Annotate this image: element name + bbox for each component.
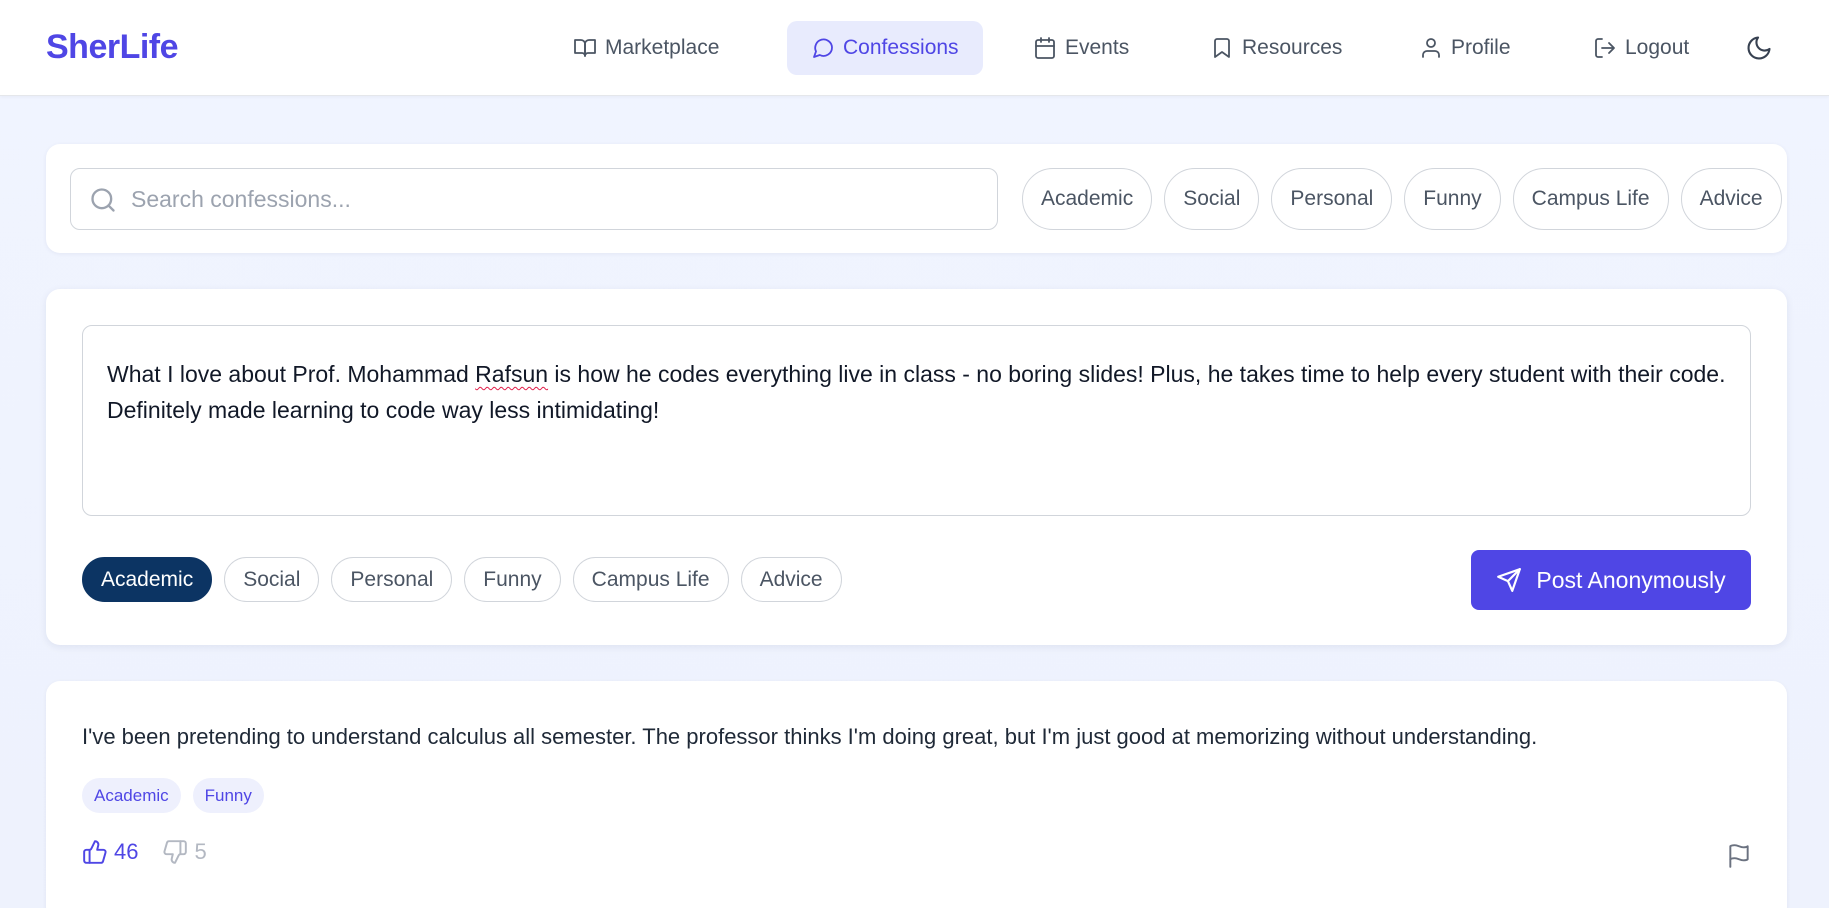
search-box (70, 168, 998, 230)
upvote-count: 46 (114, 839, 139, 864)
nav-marketplace-label: Marketplace (605, 36, 720, 59)
post-anonymously-button[interactable]: Post Anonymously (1471, 550, 1751, 610)
filter-chips: Academic Social Personal Funny Campus Li… (1022, 168, 1782, 230)
nav-logout-label: Logout (1625, 36, 1690, 59)
bookmark-icon (1214, 38, 1230, 58)
book-open-icon (574, 39, 596, 57)
flag-icon[interactable] (1726, 843, 1752, 869)
category-chip-advice[interactable]: Advice (740, 557, 842, 602)
vote-controls: 46 5 (82, 839, 207, 865)
nav-resources-label: Resources (1242, 36, 1343, 59)
filter-chip-funny[interactable]: Funny (1404, 168, 1501, 230)
confession-tags: Academic Funny (82, 778, 264, 813)
category-chips: Academic Social Personal Funny Campus Li… (82, 557, 842, 602)
nav-marketplace[interactable]: Marketplace (549, 21, 743, 75)
moon-icon[interactable] (1745, 34, 1773, 62)
upvote-button[interactable]: 46 (82, 839, 138, 865)
thumbs-up-icon (83, 840, 107, 864)
tag-academic[interactable]: Academic (82, 778, 181, 813)
logout-icon (1595, 38, 1615, 58)
brand-logo[interactable]: SherLife (46, 28, 179, 67)
filter-chip-social[interactable]: Social (1164, 168, 1260, 230)
category-chip-funny[interactable]: Funny (464, 557, 561, 602)
category-chip-academic[interactable]: Academic (82, 557, 213, 602)
message-circle-icon (813, 38, 833, 58)
confession-text: I've been pretending to understand calcu… (82, 724, 1538, 749)
nav-events-label: Events (1065, 36, 1130, 59)
compose-text-before: What I love about Prof. Mohammad (107, 361, 476, 387)
nav-logout[interactable]: Logout (1569, 21, 1713, 75)
downvote-button[interactable]: 5 (162, 839, 207, 865)
filter-chip-advice[interactable]: Advice (1680, 168, 1782, 230)
search-icon (91, 188, 115, 212)
category-chip-personal[interactable]: Personal (331, 557, 453, 602)
nav-profile[interactable]: Profile (1395, 21, 1535, 75)
filter-chip-academic[interactable]: Academic (1022, 168, 1153, 230)
user-icon (1422, 38, 1440, 58)
tag-funny[interactable]: Funny (192, 778, 264, 813)
nav-resources[interactable]: Resources (1186, 21, 1366, 75)
category-chip-campus-life[interactable]: Campus Life (572, 557, 729, 602)
nav-confessions[interactable]: Confessions (787, 21, 983, 75)
nav-confessions-label: Confessions (843, 36, 959, 59)
calendar-icon (1035, 37, 1055, 59)
compose-text-misspelled: Rafsun (475, 361, 549, 387)
search-filter-card: Academic Social Personal Funny Campus Li… (46, 144, 1787, 253)
compose-card: What I love about Prof. Mohammad Rafsun … (46, 289, 1787, 645)
post-button-label: Post Anonymously (1536, 566, 1726, 593)
send-icon (1497, 568, 1522, 592)
category-chip-social[interactable]: Social (224, 557, 320, 602)
nav-profile-label: Profile (1451, 36, 1511, 59)
filter-chip-personal[interactable]: Personal (1271, 168, 1393, 230)
downvote-count: 5 (194, 839, 207, 864)
nav-events[interactable]: Events (1009, 21, 1153, 75)
thumbs-down-icon (163, 840, 188, 864)
confession-card: I've been pretending to understand calcu… (46, 681, 1787, 908)
confession-textarea[interactable]: What I love about Prof. Mohammad Rafsun … (82, 325, 1751, 516)
filter-chip-campus-life[interactable]: Campus Life (1512, 168, 1669, 230)
top-nav-bar: SherLife Marketplace Confessions Events … (0, 0, 1829, 96)
search-input[interactable] (131, 169, 981, 229)
